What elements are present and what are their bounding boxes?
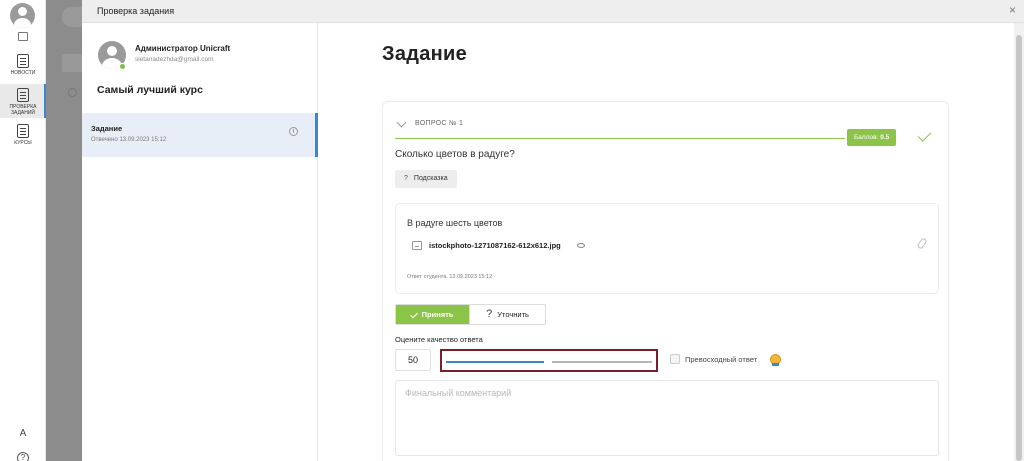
app-rail: Новости Проверка заданий Курсы A ? bbox=[0, 0, 46, 461]
check-icon bbox=[409, 310, 418, 319]
eye-icon[interactable] bbox=[577, 243, 585, 248]
question-mark-icon: ? bbox=[404, 175, 408, 182]
modal-main: Задание Вопрос № 1 Баллов: 0.5 Сколько ц… bbox=[319, 23, 1019, 461]
rating-slider[interactable] bbox=[440, 349, 658, 372]
modal-title: Проверка задания bbox=[97, 6, 175, 16]
decision-buttons: Принять ? Уточнить bbox=[395, 304, 546, 325]
question-text: Сколько цветов в радуге? bbox=[395, 149, 515, 160]
rating-value-input[interactable]: 50 bbox=[395, 349, 431, 371]
accept-button[interactable]: Принять bbox=[396, 305, 469, 324]
hint-button[interactable]: ? Подсказка bbox=[395, 170, 457, 188]
question-label[interactable]: Вопрос № 1 bbox=[415, 120, 463, 127]
rail-item-courses[interactable]: Курсы bbox=[0, 124, 46, 148]
clock-icon bbox=[289, 127, 298, 136]
excellent-answer-label[interactable]: Превосходный ответ bbox=[685, 355, 757, 364]
question-card: Вопрос № 1 Баллов: 0.5 Сколько цветов в … bbox=[382, 101, 949, 461]
paperclip-icon[interactable] bbox=[916, 237, 928, 250]
student-answer: В радуге шесть цветов istockphoto-127108… bbox=[395, 203, 939, 294]
medal-icon bbox=[770, 354, 781, 366]
score-label: Баллов: bbox=[854, 134, 879, 141]
modal-header: Проверка задания × bbox=[82, 0, 1024, 23]
task-date: Отвечено 13.09.2023 15:12 bbox=[91, 137, 167, 143]
user-name: Администратор Unicraft bbox=[135, 44, 231, 53]
background-card bbox=[62, 54, 82, 72]
user-email: sletanadezhda@gmail.com bbox=[135, 56, 214, 63]
close-icon[interactable]: × bbox=[1009, 3, 1016, 17]
rail-item-task-review[interactable]: Проверка заданий bbox=[0, 84, 46, 118]
chevron-down-icon[interactable] bbox=[396, 117, 407, 128]
clarify-label: Уточнить bbox=[497, 310, 529, 319]
modal-scrollbar[interactable] bbox=[1014, 23, 1024, 461]
rail-item-news[interactable]: Новости bbox=[0, 54, 46, 78]
answer-meta: Ответ студента. 13.09.2023 15:12 bbox=[407, 274, 493, 280]
check-icon bbox=[917, 128, 932, 142]
final-comment-input[interactable] bbox=[395, 380, 939, 456]
course-title: Самый лучший курс bbox=[97, 84, 203, 96]
news-icon bbox=[17, 54, 29, 68]
attachment-link[interactable]: istockphoto-1271087162-612x612.jpg bbox=[429, 241, 561, 250]
language-icon[interactable]: A bbox=[16, 428, 30, 440]
rail-item-label: Курсы bbox=[14, 140, 32, 146]
rail-item-label: Новости bbox=[10, 70, 36, 76]
background-gear-icon bbox=[68, 88, 77, 97]
score-badge: Баллов: 0.5 bbox=[847, 129, 897, 146]
question-mark-icon: ? bbox=[486, 308, 493, 320]
rating-label: Оцените качество ответа bbox=[395, 335, 483, 344]
help-icon[interactable]: ? bbox=[17, 452, 29, 461]
page-title: Задание bbox=[382, 43, 468, 65]
slider-track bbox=[552, 361, 652, 363]
accept-label: Принять bbox=[421, 310, 454, 319]
online-status-icon bbox=[119, 63, 126, 70]
clarify-button[interactable]: ? Уточнить bbox=[469, 305, 545, 324]
image-file-icon bbox=[412, 241, 422, 250]
profile-avatar[interactable] bbox=[10, 3, 35, 28]
task-review-icon bbox=[17, 88, 29, 102]
hint-label: Подсказка bbox=[413, 175, 448, 182]
courses-icon bbox=[17, 124, 29, 138]
question-divider bbox=[395, 138, 845, 139]
excellent-answer-checkbox[interactable] bbox=[670, 354, 680, 364]
scroll-thumb[interactable] bbox=[1016, 35, 1022, 461]
score-value: 0.5 bbox=[880, 134, 890, 141]
screen-icon[interactable] bbox=[18, 32, 28, 41]
task-review-modal: Проверка задания × Администратор Unicraf… bbox=[82, 0, 1024, 461]
answer-text: В радуге шесть цветов bbox=[407, 218, 503, 228]
slider-fill bbox=[446, 361, 544, 363]
task-name: Задание bbox=[91, 124, 123, 133]
modal-sidebar: Администратор Unicraft sletanadezhda@gma… bbox=[82, 23, 318, 461]
rail-item-label: Проверка заданий bbox=[9, 104, 37, 116]
task-list-item[interactable]: Задание Отвечено 13.09.2023 15:12 bbox=[82, 113, 318, 157]
